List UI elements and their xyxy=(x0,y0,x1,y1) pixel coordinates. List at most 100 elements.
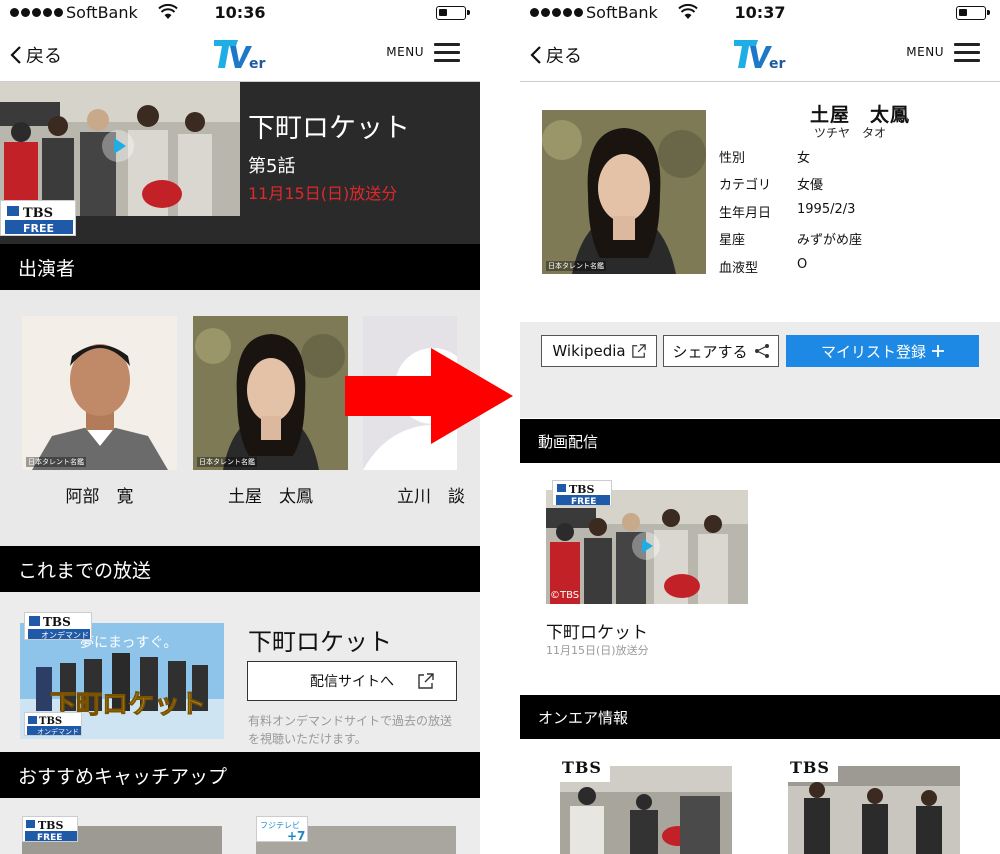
share-label: シェアする xyxy=(672,342,748,361)
streaming-site-button[interactable]: 配信サイトへ xyxy=(247,661,457,701)
external-link-icon xyxy=(418,673,434,689)
mylist-add-button[interactable]: マイリスト登録 xyxy=(786,335,979,367)
profile-photo-image xyxy=(542,110,706,274)
tbs-channel-badge: TBS xyxy=(558,756,610,782)
photo-credit: 日本タレント名鑑 xyxy=(26,457,86,467)
transition-arrow-icon xyxy=(345,348,513,444)
svg-text:TBS: TBS xyxy=(43,615,71,629)
info-value-blood-type: O xyxy=(797,257,808,272)
cast-section-header: 出演者 xyxy=(0,244,480,290)
svg-text:夢にまっすぐ。: 夢にまっすぐ。 xyxy=(80,635,177,651)
tver-logo[interactable]: er xyxy=(732,36,788,72)
status-bar: SoftBank 10:36 xyxy=(0,0,480,26)
info-label-birthday: 生年月日 xyxy=(719,206,772,221)
video-scene-image: ©TBS xyxy=(546,490,748,604)
video-thumbnail[interactable]: ©TBS xyxy=(546,490,748,604)
video-section-header: 動画配信 xyxy=(520,419,1000,463)
info-value-category: 女優 xyxy=(797,178,824,193)
chevron-left-icon xyxy=(530,46,541,64)
photo-credit: 日本タレント名鑑 xyxy=(197,457,257,467)
svg-text:TBS: TBS xyxy=(23,206,53,221)
info-label-category: カテゴリ xyxy=(719,178,772,193)
tbs-ondemand-badge-small: TBS オンデマンド xyxy=(24,712,82,736)
clock-label: 10:37 xyxy=(734,3,786,22)
info-label-gender: 性別 xyxy=(719,151,746,166)
recommend-section-header: おすすめキャッチアップ xyxy=(0,752,480,798)
cast-name: 土屋 太鳳 xyxy=(228,487,313,507)
svg-text:TBS: TBS xyxy=(39,716,62,727)
fujitv-plus7-badge: フジテレビ +7 xyxy=(256,816,308,843)
past-program-title: 下町ロケット xyxy=(248,628,392,656)
svg-text:FREE: FREE xyxy=(23,222,54,235)
tbs-free-badge: TBS FREE xyxy=(0,200,76,236)
cast-card-abe[interactable]: 日本タレント名鑑 xyxy=(22,316,177,470)
past-broadcast-section-header: これまでの放送 xyxy=(0,546,480,592)
phone-screen-right: SoftBank 10:37 戻る er MENU 日本タレント名鑑 土屋 太鳳… xyxy=(520,0,1000,854)
tbs-free-badge: TBS FREE xyxy=(22,816,78,843)
episode-hero[interactable]: TBS FREE 下町ロケット 第5話 11月15日(日)放送分 xyxy=(0,82,480,244)
tbs-free-badge: TBS FREE xyxy=(552,480,612,507)
cast-card-tsuchiya[interactable]: 日本タレント名鑑 xyxy=(193,316,348,470)
ondemand-note: 有料オンデマンドサイトで過去の放送を視聴いただけます。 xyxy=(248,714,453,746)
plus-icon xyxy=(932,345,944,357)
back-button[interactable]: 戻る xyxy=(10,42,62,68)
share-button[interactable]: シェアする xyxy=(663,335,779,367)
info-label-zodiac: 星座 xyxy=(719,233,746,248)
profile-name: 土屋 太鳳 xyxy=(810,104,911,126)
menu-label: MENU xyxy=(386,45,424,59)
svg-text:+7: +7 xyxy=(287,829,305,843)
streaming-site-label: 配信サイトへ xyxy=(310,674,394,690)
chevron-left-icon xyxy=(10,46,21,64)
wikipedia-button[interactable]: Wikipedia xyxy=(541,335,657,367)
program-title: 下町ロケット xyxy=(248,113,410,144)
svg-text:©TBS: ©TBS xyxy=(550,590,579,601)
battery-icon xyxy=(956,6,990,20)
profile-photo: 日本タレント名鑑 xyxy=(542,110,706,274)
back-button[interactable]: 戻る xyxy=(530,42,582,68)
wikipedia-label: Wikipedia xyxy=(552,342,626,360)
cast-name: 阿部 寛 xyxy=(65,487,134,507)
svg-text:TBS: TBS xyxy=(569,483,594,496)
video-date: 11月15日(日)放送分 xyxy=(546,644,649,657)
share-icon xyxy=(754,344,769,358)
svg-text:FREE: FREE xyxy=(37,833,62,843)
nav-bar: 戻る er MENU xyxy=(520,26,1000,82)
back-label: 戻る xyxy=(546,46,582,67)
external-link-icon xyxy=(631,344,646,358)
mylist-label: マイリスト登録 xyxy=(820,342,926,361)
svg-text:er: er xyxy=(249,56,265,72)
hamburger-icon xyxy=(954,42,980,62)
info-value-gender: 女 xyxy=(797,151,811,166)
back-label: 戻る xyxy=(26,46,62,67)
menu-button[interactable]: MENU xyxy=(906,42,980,62)
onair-section-header: オンエア情報 xyxy=(520,695,1000,739)
svg-text:オンデマンド: オンデマンド xyxy=(41,630,89,640)
tbs-channel-badge: TBS xyxy=(786,756,838,782)
tver-logo[interactable]: er xyxy=(212,36,268,72)
profile-kana: ツチヤ タオ xyxy=(814,126,887,140)
svg-text:er: er xyxy=(769,56,785,72)
menu-label: MENU xyxy=(906,45,944,59)
episode-thumbnail[interactable] xyxy=(0,82,240,216)
cast-photo xyxy=(193,316,348,470)
info-label-blood-type: 血液型 xyxy=(719,261,759,276)
clock-label: 10:36 xyxy=(214,3,266,22)
cast-photo xyxy=(22,316,177,470)
hamburger-icon xyxy=(434,42,460,62)
svg-text:オンデマンド: オンデマンド xyxy=(37,727,79,736)
video-title: 下町ロケット xyxy=(546,623,648,643)
episode-scene-image xyxy=(0,82,240,216)
menu-button[interactable]: MENU xyxy=(386,42,460,62)
info-value-zodiac: みずがめ座 xyxy=(797,233,863,248)
info-value-birthday: 1995/2/3 xyxy=(797,202,856,217)
battery-icon xyxy=(436,6,470,20)
cast-name: 立川 談 xyxy=(397,487,465,507)
status-bar: SoftBank 10:37 xyxy=(520,0,1000,26)
svg-text:TBS: TBS xyxy=(38,819,63,832)
broadcast-date: 11月15日(日)放送分 xyxy=(248,184,398,203)
nav-bar: 戻る er MENU xyxy=(0,26,480,82)
photo-credit: 日本タレント名鑑 xyxy=(546,261,606,271)
svg-text:FREE: FREE xyxy=(571,497,596,507)
tbs-ondemand-badge: TBS オンデマンド xyxy=(24,612,92,640)
episode-number: 第5話 xyxy=(248,156,296,177)
